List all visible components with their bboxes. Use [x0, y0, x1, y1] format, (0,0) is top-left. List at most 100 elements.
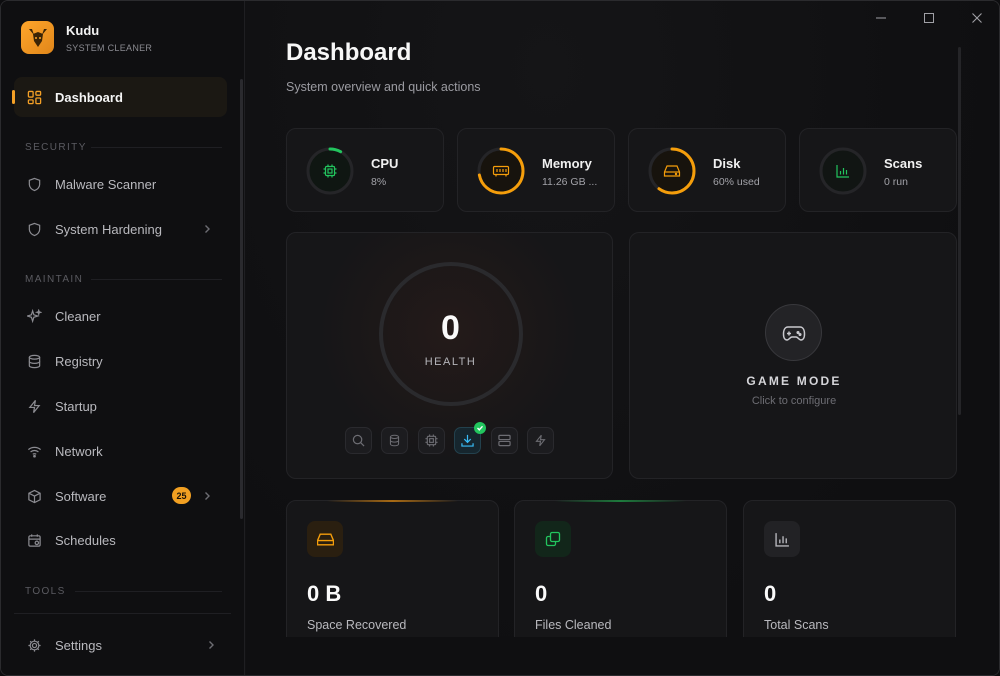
sidebar-item-label: Cleaner — [55, 308, 101, 324]
sidebar-item-label: Network — [55, 443, 103, 459]
database-icon — [389, 434, 400, 447]
summary-value: 0 — [535, 581, 548, 606]
sidebar-scrollbar[interactable] — [240, 79, 243, 519]
bar-chart-icon — [764, 521, 800, 557]
main-content: Dashboard System overview and quick acti… — [246, 1, 999, 675]
app-name: Kudu — [66, 22, 100, 38]
page-subtitle: System overview and quick actions — [286, 80, 481, 94]
stat-title: Memory — [542, 156, 592, 171]
summary-label: Total Scans — [764, 618, 829, 632]
divider — [75, 591, 222, 592]
section-tools: TOOLS — [25, 586, 66, 597]
stat-card-disk[interactable]: Disk 60% used — [628, 128, 786, 212]
gamepad-icon — [765, 304, 822, 361]
sidebar-item-malware-scanner[interactable]: Malware Scanner — [14, 166, 227, 202]
card-glow — [555, 500, 686, 502]
close-button[interactable] — [968, 9, 986, 27]
scroll-fade — [246, 637, 999, 675]
health-score: 0 — [441, 309, 460, 347]
scans-ring — [819, 147, 867, 195]
sidebar-item-label: Registry — [55, 353, 103, 369]
sidebar-item-dashboard[interactable]: Dashboard — [12, 77, 227, 117]
summary-card-space-recovered: 0 B Space Recovered — [286, 500, 499, 650]
stat-value: 0 run — [884, 176, 908, 188]
section-maintain: MAINTAIN — [25, 274, 84, 285]
dashboard-grid-icon — [25, 88, 43, 106]
quick-startup-button[interactable] — [527, 427, 554, 454]
sidebar-item-network[interactable]: Network — [14, 433, 227, 469]
stat-card-memory[interactable]: Memory 11.26 GB ... — [457, 128, 615, 212]
database-icon — [25, 352, 43, 370]
quick-registry-button[interactable] — [381, 427, 408, 454]
shield-icon — [25, 220, 43, 238]
hard-drive-icon — [307, 521, 343, 557]
main-scrollbar[interactable] — [958, 47, 961, 415]
app-window: Kudu SYSTEM CLEANER Dashboard SECURITY M… — [0, 0, 1000, 676]
server-icon — [498, 434, 511, 447]
sidebar-item-label: Settings — [55, 637, 102, 653]
download-icon — [461, 434, 474, 447]
card-glow — [327, 500, 458, 502]
summary-card-total-scans: 0 Total Scans — [743, 500, 956, 650]
lightning-icon — [25, 397, 43, 415]
summary-card-files-cleaned: 0 Files Cleaned — [514, 500, 727, 650]
game-mode-subtitle: Click to configure — [751, 395, 837, 407]
calendar-icon — [25, 531, 43, 549]
sidebar-item-settings[interactable]: Settings — [14, 627, 227, 663]
divider — [91, 147, 222, 148]
game-mode-card[interactable]: GAME MODE Click to configure — [629, 232, 957, 479]
brand: Kudu SYSTEM CLEANER — [21, 21, 152, 54]
software-update-badge: 25 — [172, 487, 191, 504]
sidebar-item-cleaner[interactable]: Cleaner — [14, 298, 227, 334]
sidebar: Kudu SYSTEM CLEANER Dashboard SECURITY M… — [1, 1, 245, 675]
stat-value: 60% used — [713, 176, 760, 188]
sidebar-item-label: Malware Scanner — [55, 176, 157, 192]
health-card: 0 HEALTH — [286, 232, 613, 479]
sidebar-item-label: Software — [55, 488, 107, 504]
divider — [14, 613, 231, 614]
minimize-button[interactable] — [872, 9, 890, 27]
kudu-logo-icon — [21, 21, 54, 54]
section-security: SECURITY — [25, 142, 87, 153]
stat-value: 8% — [371, 176, 387, 188]
copy-files-icon — [535, 521, 571, 557]
gear-icon — [25, 636, 43, 654]
sidebar-item-label: Schedules — [55, 532, 116, 548]
sidebar-item-label: Dashboard — [55, 89, 123, 105]
summary-label: Space Recovered — [307, 618, 407, 632]
game-mode-title: GAME MODE — [746, 374, 842, 388]
chevron-right-icon — [205, 638, 217, 656]
quick-scan-button[interactable] — [345, 427, 372, 454]
lightning-icon — [535, 434, 546, 447]
quick-storage-button[interactable] — [491, 427, 518, 454]
stat-card-cpu[interactable]: CPU 8% — [286, 128, 444, 212]
summary-value: 0 — [764, 581, 777, 606]
sidebar-item-label: Startup — [55, 398, 97, 414]
sidebar-item-system-hardening[interactable]: System Hardening — [14, 211, 227, 247]
maximize-button[interactable] — [920, 9, 938, 27]
chevron-right-icon — [201, 489, 213, 507]
cpu-chip-icon — [425, 434, 438, 447]
search-icon — [352, 434, 365, 447]
app-subtitle: SYSTEM CLEANER — [66, 42, 153, 53]
stat-title: CPU — [371, 156, 399, 171]
shield-icon — [25, 175, 43, 193]
memory-usage-ring — [477, 147, 525, 195]
wifi-icon — [25, 442, 43, 460]
cpu-usage-ring — [306, 147, 354, 195]
page-title: Dashboard — [286, 39, 412, 66]
health-label: HEALTH — [424, 356, 477, 368]
quick-download-button[interactable] — [454, 422, 486, 454]
stat-title: Disk — [713, 156, 741, 171]
sidebar-item-schedules[interactable]: Schedules — [14, 522, 227, 558]
sidebar-item-software[interactable]: Software 25 — [14, 478, 227, 514]
sidebar-item-startup[interactable]: Startup — [14, 388, 227, 424]
sidebar-item-registry[interactable]: Registry — [14, 343, 227, 379]
disk-usage-ring — [648, 147, 696, 195]
package-icon — [25, 487, 43, 505]
quick-cpu-button[interactable] — [418, 427, 445, 454]
stat-title: Scans — [884, 156, 923, 171]
check-icon — [474, 422, 486, 434]
stat-value: 11.26 GB ... — [542, 176, 598, 188]
stat-card-scans[interactable]: Scans 0 run — [799, 128, 957, 212]
